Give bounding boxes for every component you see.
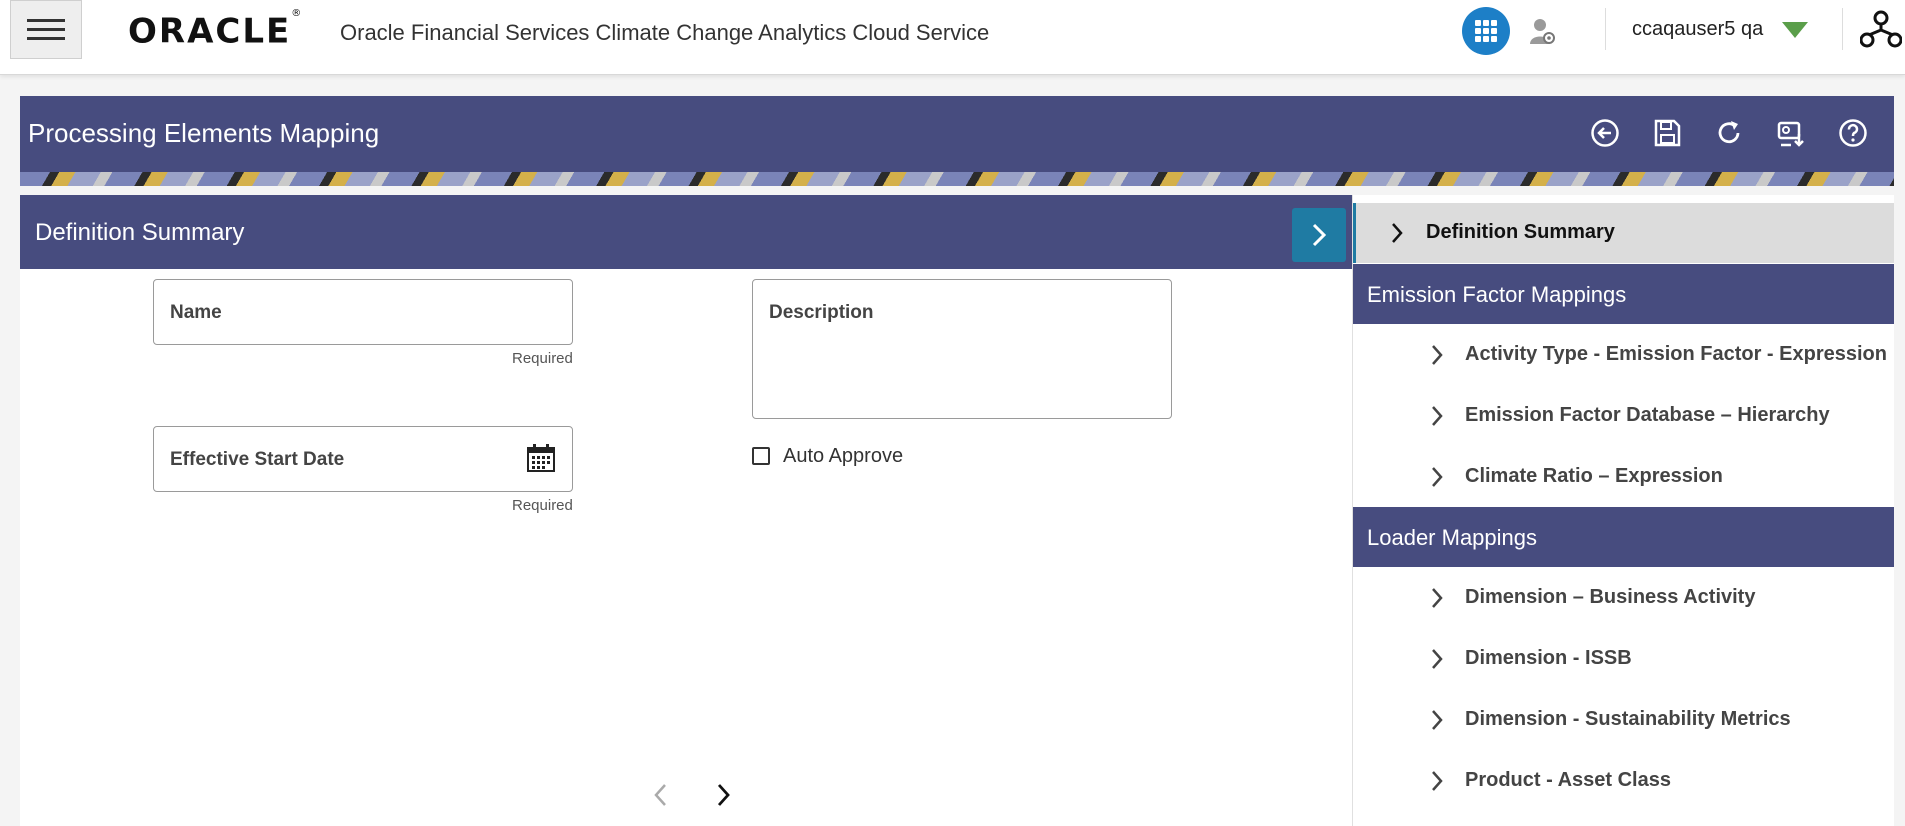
decorative-banner — [20, 172, 1894, 186]
nav-item-sustainability-metrics[interactable]: Dimension - Sustainability Metrics — [1353, 690, 1894, 750]
hamburger-menu-button[interactable] — [10, 0, 82, 59]
name-field[interactable]: Name — [153, 279, 573, 345]
next-section-button[interactable] — [1292, 208, 1346, 262]
name-required-hint: Required — [512, 350, 573, 367]
save-button[interactable] — [1650, 116, 1684, 150]
nav-group-emission-factor-mappings: Emission Factor Mappings — [1353, 264, 1894, 324]
auto-approve-label[interactable]: Auto Approve — [783, 445, 903, 468]
definition-form-panel: Definition Summary Name Required Descrip… — [20, 195, 1353, 826]
page-header: Processing Elements Mapping — [20, 96, 1894, 172]
mapping-navigation: Definition Summary Emission Factor Mappi… — [1353, 195, 1894, 826]
effective-start-date-label: Effective Start Date — [170, 449, 345, 470]
nav-item-definition-summary[interactable]: Definition Summary — [1353, 203, 1894, 263]
top-header: ORACLE® Oracle Financial Services Climat… — [0, 0, 1905, 75]
nav-item-climate-ratio[interactable]: Climate Ratio – Expression — [1353, 447, 1894, 507]
hamburger-icon — [27, 18, 65, 40]
chevron-right-icon — [1432, 649, 1443, 669]
header-divider — [1842, 8, 1843, 50]
nav-item-activity-type[interactable]: Activity Type - Emission Factor - Expres… — [1353, 325, 1894, 385]
description-field-label: Description — [769, 302, 874, 323]
nav-item-label: Dimension - Sustainability Metrics — [1465, 708, 1791, 730]
nav-item-issb[interactable]: Dimension - ISSB — [1353, 629, 1894, 689]
nav-group-label: Emission Factor Mappings — [1367, 282, 1627, 307]
nav-group-label: Loader Mappings — [1367, 525, 1538, 550]
help-icon — [1839, 119, 1867, 147]
chevron-right-icon — [1432, 467, 1443, 487]
start-date-required-hint: Required — [512, 497, 573, 514]
export-button[interactable] — [1774, 116, 1808, 150]
description-field[interactable]: Description — [752, 279, 1172, 419]
nav-item-business-activity[interactable]: Dimension – Business Activity — [1353, 568, 1894, 628]
auto-approve-checkbox[interactable] — [752, 447, 770, 465]
chevron-right-icon — [1312, 223, 1327, 247]
name-field-label: Name — [170, 302, 222, 323]
user-settings-icon[interactable] — [1530, 18, 1556, 46]
previous-page-button[interactable] — [648, 779, 674, 811]
header-divider — [1605, 8, 1606, 50]
nav-item-label: Dimension - ISSB — [1465, 647, 1632, 669]
nav-group-loader-mappings: Loader Mappings — [1353, 507, 1894, 567]
oracle-logo: ORACLE® — [128, 8, 304, 52]
section-title: Definition Summary — [35, 219, 245, 246]
apps-grid-icon — [1475, 20, 1497, 42]
nav-item-label: Product - Asset Class — [1465, 769, 1671, 791]
refresh-button[interactable] — [1712, 116, 1746, 150]
user-name[interactable]: ccaqauser5 qa — [1632, 18, 1763, 41]
nav-item-label: Emission Factor Database – Hierarchy — [1465, 404, 1830, 426]
chevron-right-icon — [1392, 223, 1403, 243]
app-title: Oracle Financial Services Climate Change… — [340, 20, 990, 45]
next-page-button[interactable] — [710, 779, 736, 811]
chevron-right-icon — [1432, 588, 1443, 608]
nav-item-label: Activity Type - Emission Factor - Expres… — [1465, 343, 1887, 365]
chevron-right-icon — [1432, 345, 1443, 365]
nav-item-emission-factor-database[interactable]: Emission Factor Database – Hierarchy — [1353, 386, 1894, 446]
hierarchy-icon[interactable] — [1860, 10, 1902, 48]
nav-item-label: Dimension – Business Activity — [1465, 586, 1756, 608]
calendar-icon[interactable] — [526, 443, 556, 473]
apps-button[interactable] — [1462, 7, 1510, 55]
back-button[interactable] — [1588, 116, 1622, 150]
caret-down-icon[interactable] — [1782, 22, 1808, 38]
help-button[interactable] — [1836, 116, 1870, 150]
chevron-right-icon — [1432, 710, 1443, 730]
chevron-right-icon — [1432, 406, 1443, 426]
export-icon — [1777, 121, 1804, 147]
section-header: Definition Summary — [20, 195, 1352, 269]
nav-item-label: Definition Summary — [1426, 221, 1615, 243]
chevron-right-icon — [1432, 771, 1443, 791]
page-title: Processing Elements Mapping — [28, 118, 380, 148]
effective-start-date-field[interactable]: Effective Start Date — [153, 426, 573, 492]
nav-item-label: Climate Ratio – Expression — [1465, 465, 1723, 487]
save-icon — [1654, 119, 1681, 147]
refresh-icon — [1718, 121, 1740, 144]
back-icon — [1591, 119, 1619, 147]
nav-item-asset-class[interactable]: Product - Asset Class — [1353, 751, 1894, 811]
